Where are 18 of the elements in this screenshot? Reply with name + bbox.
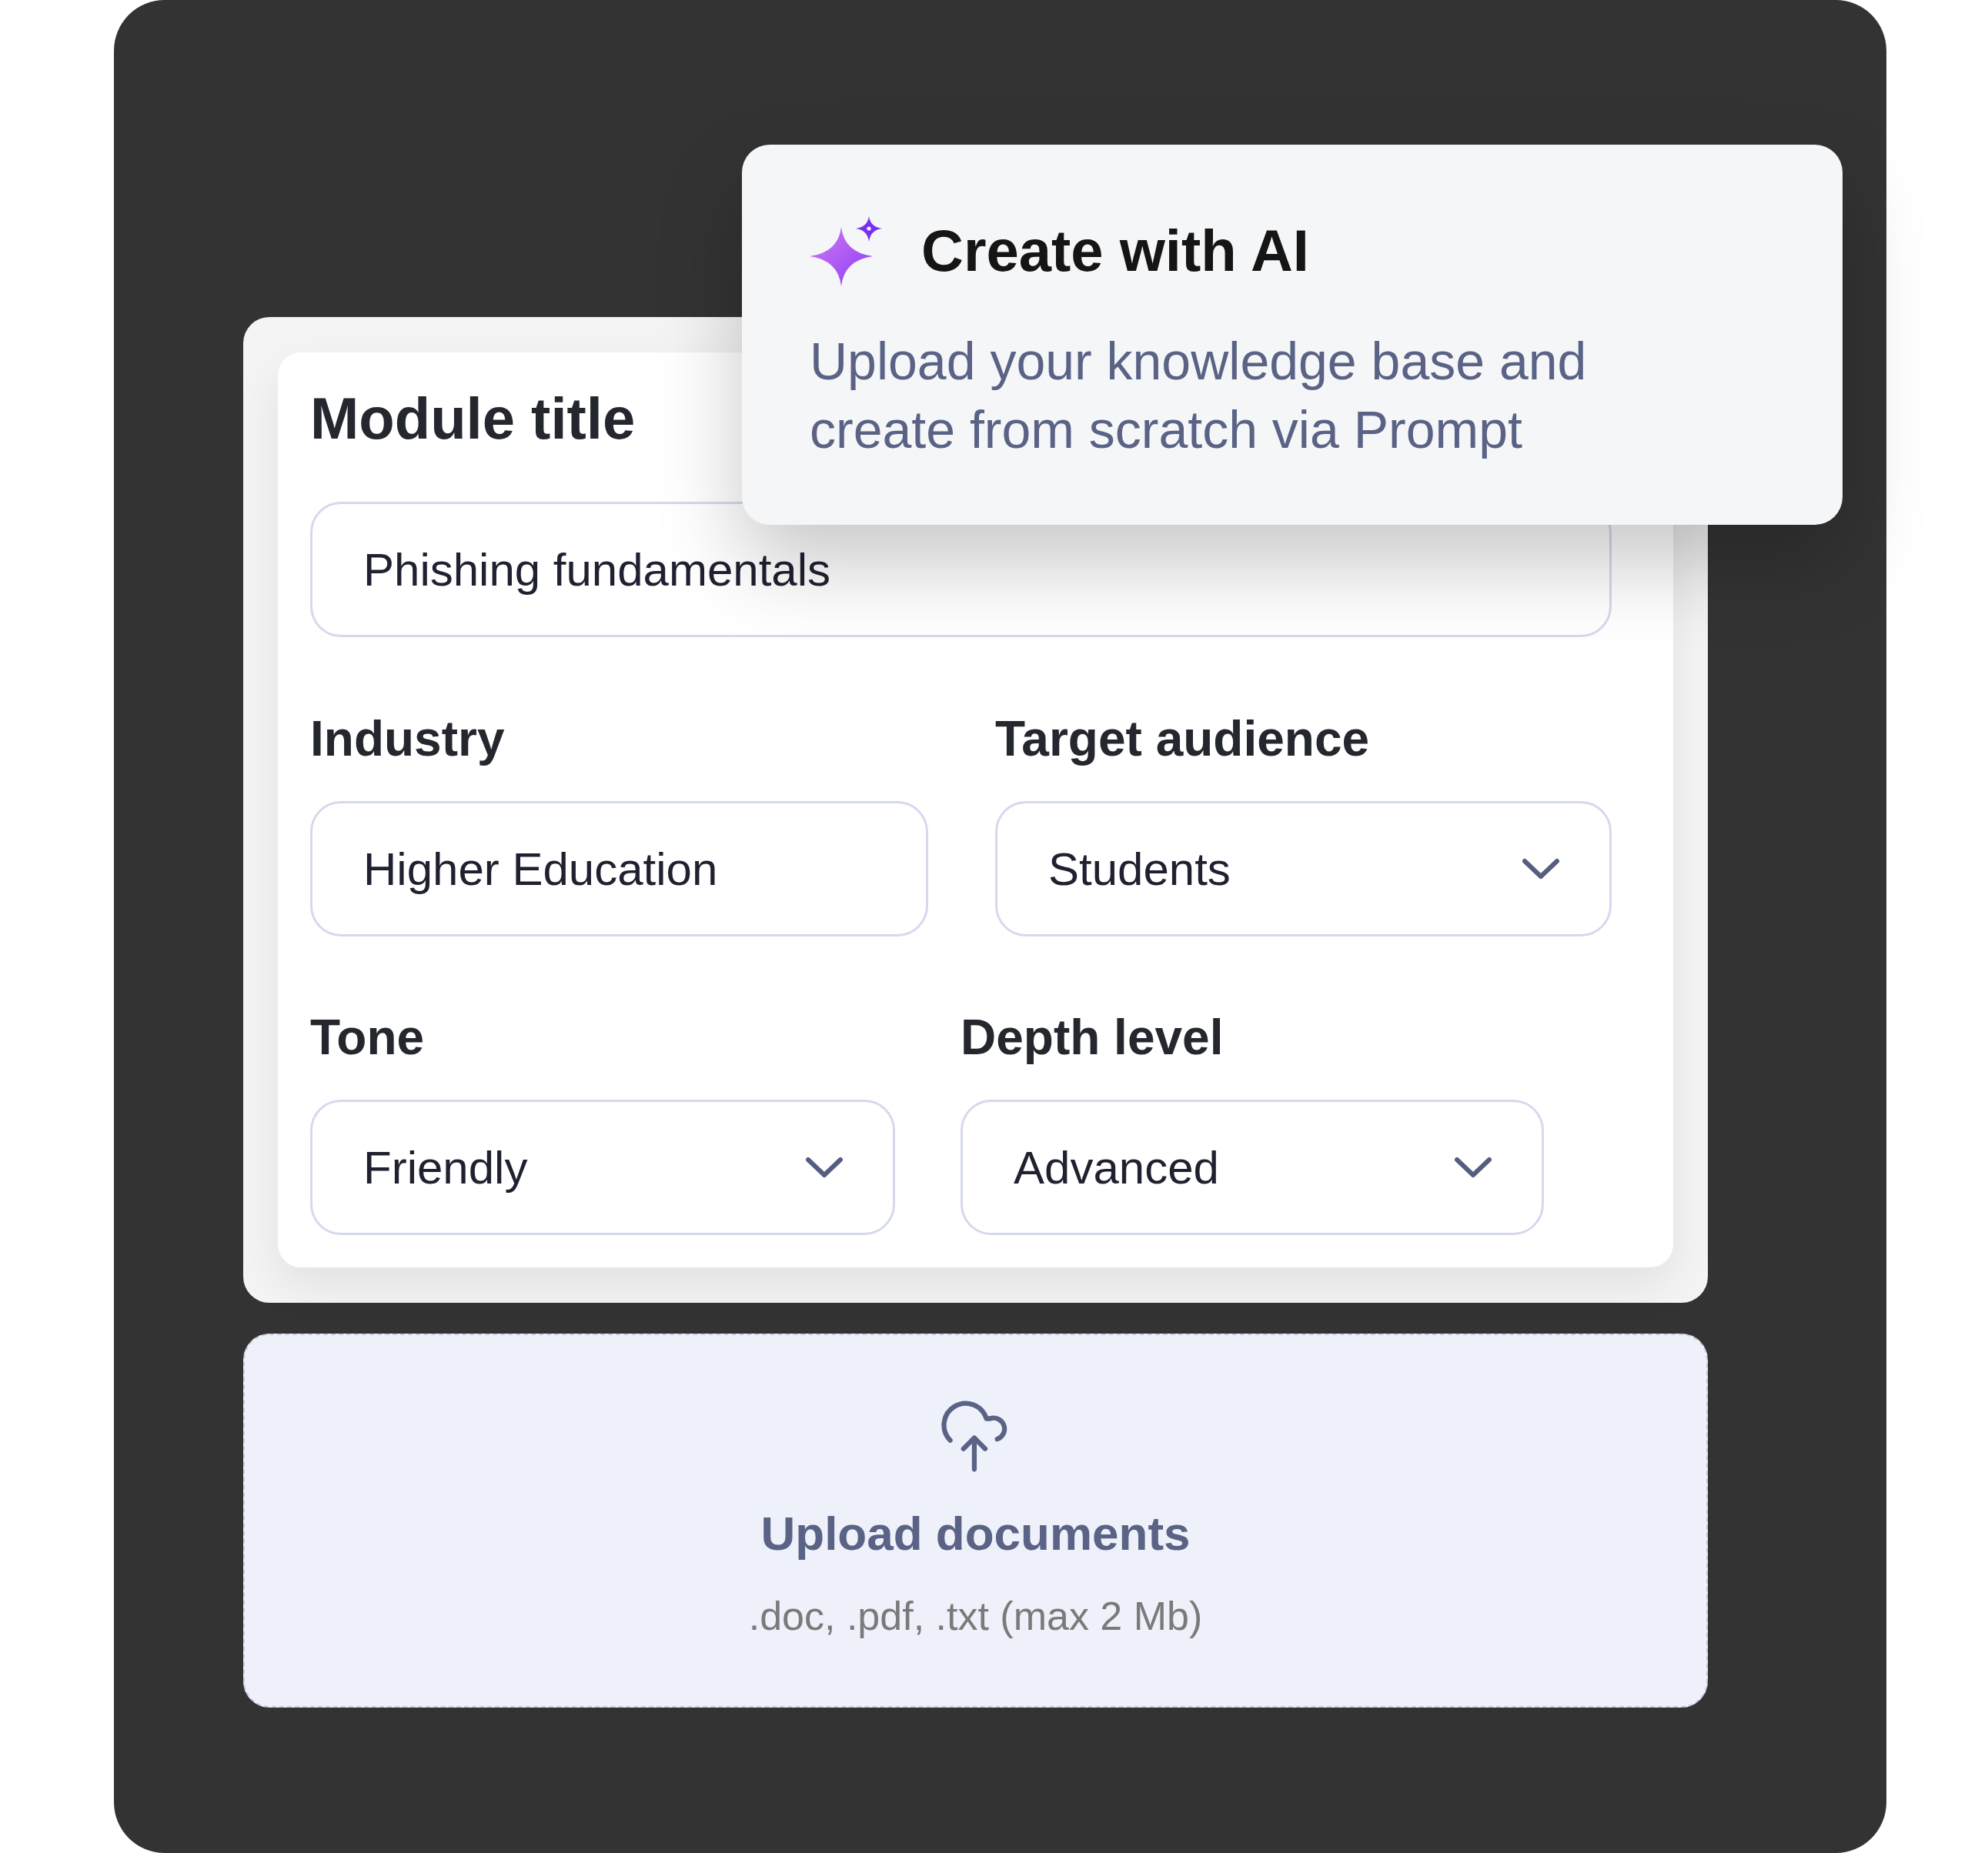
field-label: Depth level xyxy=(961,1009,1224,1067)
ai-card-title: Create with AI xyxy=(921,217,1309,285)
dropdown[interactable]: Students xyxy=(995,801,1612,937)
upload-hint: .doc, .pdf, .txt (max 2 Mb) xyxy=(748,1593,1203,1640)
chevron-down-icon xyxy=(1522,858,1560,880)
dropdown[interactable]: Friendly xyxy=(310,1100,895,1235)
text-field[interactable]: Higher Education xyxy=(310,801,928,937)
sparkle-icon xyxy=(810,215,882,286)
chevron-down-icon xyxy=(805,1157,844,1178)
chevron-down-icon xyxy=(1454,1157,1492,1178)
field-label: Industry xyxy=(310,710,505,768)
field-label: Target audience xyxy=(995,710,1370,768)
ai-card-description: Upload your knowledge base and create from scratch via Prompt xyxy=(810,331,1588,460)
field-label: Module title xyxy=(310,385,636,452)
upload-title: Upload documents xyxy=(760,1506,1191,1561)
dropdown[interactable]: Advanced xyxy=(961,1100,1544,1235)
field-label: Tone xyxy=(310,1009,425,1067)
upload-dropzone[interactable]: Upload documents .doc, .pdf, .txt (max 2 Mb) xyxy=(243,1334,1708,1708)
